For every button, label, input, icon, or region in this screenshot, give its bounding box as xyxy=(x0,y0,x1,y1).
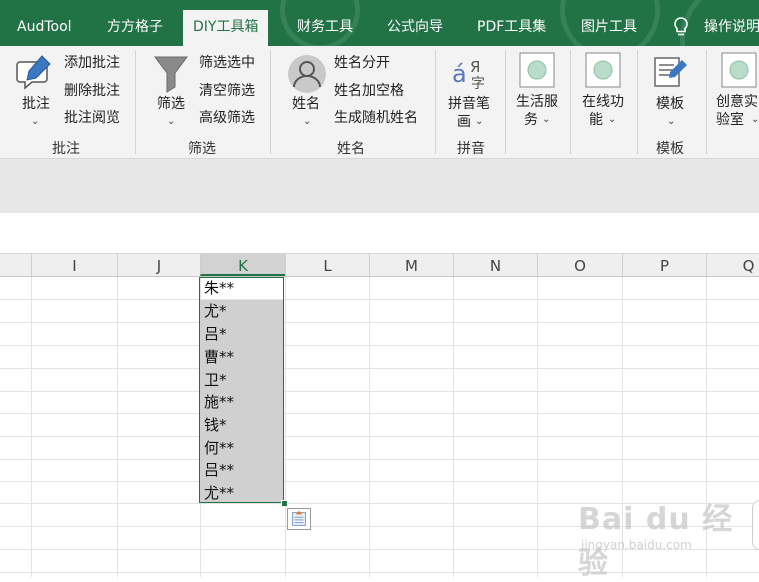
formula-bar[interactable] xyxy=(0,213,759,254)
tab-fangfang[interactable]: 方方格子 xyxy=(107,12,163,46)
tab-diy-toolbox[interactable]: DIY工具箱 xyxy=(183,10,269,46)
selection-border xyxy=(199,277,284,503)
column-header-m[interactable]: M xyxy=(369,254,453,276)
group-label-filter: 筛选 xyxy=(188,141,216,157)
clear-filter-button[interactable]: 清空筛选 xyxy=(199,81,255,101)
baidu-watermark: Bai du 经验 jingyan.baidu.com xyxy=(578,494,738,581)
column-header-q[interactable]: Q xyxy=(706,254,759,276)
delete-comment-button[interactable]: 删除批注 xyxy=(64,81,120,101)
life-services-button[interactable]: 生活服 xyxy=(516,92,558,112)
group-label-name: 姓名 xyxy=(337,141,365,157)
quick-analysis-icon[interactable] xyxy=(287,508,311,530)
comment-icon xyxy=(16,55,51,90)
svg-text:Я: Я xyxy=(470,58,480,76)
template-icon xyxy=(654,57,687,87)
watermark-sub-text: jingyan.baidu.com xyxy=(581,538,692,552)
name-add-space-button[interactable]: 姓名加空格 xyxy=(334,81,404,101)
tab-instructions[interactable]: 操作说明 xyxy=(704,12,759,46)
group-label-comments: 批注 xyxy=(52,141,80,157)
column-header-bar: I J K L M N O P Q xyxy=(0,254,759,277)
column-header-l[interactable]: L xyxy=(285,254,369,276)
column-header-o[interactable]: O xyxy=(537,254,622,276)
life-services-label-2: 务 xyxy=(524,112,538,128)
pinyin-stroke-button[interactable]: 拼音笔 xyxy=(448,94,490,114)
tab-image-tools[interactable]: 图片工具 xyxy=(581,12,637,46)
tab-formula-wizard[interactable]: 公式向导 xyxy=(387,12,443,46)
online-functions-label-2: 能 xyxy=(589,112,603,128)
filter-button[interactable]: 筛选 xyxy=(157,94,185,114)
online-functions-button[interactable]: 在线功 xyxy=(582,92,624,112)
filter-selected-button[interactable]: 筛选选中 xyxy=(199,53,255,73)
tab-audtool[interactable]: AudTool xyxy=(17,12,72,46)
add-comment-button[interactable]: 添加批注 xyxy=(64,53,120,73)
online-functions-icon xyxy=(585,52,621,88)
tab-pdf-tools[interactable]: PDF工具集 xyxy=(477,12,546,46)
advanced-filter-button[interactable]: 高级筛选 xyxy=(199,108,255,128)
life-services-icon xyxy=(519,52,555,88)
name-button[interactable]: 姓名 xyxy=(292,94,320,114)
svg-text:字: 字 xyxy=(471,76,485,92)
column-header-n[interactable]: N xyxy=(453,254,537,276)
tab-finance[interactable]: 财务工具 xyxy=(297,12,353,46)
column-header-i[interactable]: I xyxy=(31,254,117,276)
group-label-pinyin: 拼音 xyxy=(457,141,485,157)
formula-area xyxy=(0,159,759,213)
ribbon-panel: 批注 ⌄ 添加批注 删除批注 批注阅览 批注 筛选 ⌄ 筛选选中 清空筛选 高级… xyxy=(0,46,759,159)
column-header-k[interactable]: K xyxy=(200,254,285,276)
creative-lab-button[interactable]: 创意实 xyxy=(716,92,758,112)
side-scroll-widget[interactable] xyxy=(752,500,759,550)
creative-lab-icon xyxy=(721,52,757,88)
template-button[interactable]: 模板 xyxy=(656,94,684,114)
filter-funnel-icon xyxy=(154,56,188,93)
column-header-p[interactable]: P xyxy=(622,254,706,276)
pinyin-stroke-label-2: 画 xyxy=(457,114,471,130)
svg-text:á: á xyxy=(452,60,467,88)
view-comments-button[interactable]: 批注阅览 xyxy=(64,108,120,128)
pinyin-icon: á Я 字 xyxy=(452,58,485,92)
comments-button[interactable]: 批注 xyxy=(22,94,50,114)
creative-lab-label-2: 验室 xyxy=(716,112,744,128)
fill-handle[interactable] xyxy=(281,500,288,507)
group-label-template: 模板 xyxy=(656,141,684,157)
random-name-button[interactable]: 生成随机姓名 xyxy=(334,108,418,128)
lightbulb-icon[interactable] xyxy=(672,16,690,38)
person-icon xyxy=(288,55,326,93)
ribbon-tab-bar: AudTool 方方格子 DIY工具箱 财务工具 公式向导 PDF工具集 图片工… xyxy=(0,0,759,46)
split-name-button[interactable]: 姓名分开 xyxy=(334,53,390,73)
column-header-j[interactable]: J xyxy=(117,254,200,276)
